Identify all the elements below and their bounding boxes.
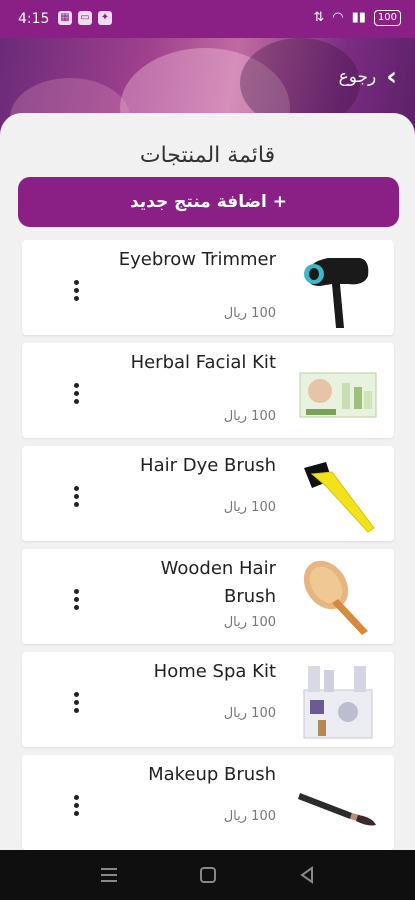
system-icons: ⇅ ◠ ▮▮ 100 <box>313 10 401 26</box>
product-name: Hair Dye Brush <box>140 455 276 476</box>
signal-icon: ▮▮ <box>351 10 366 25</box>
product-price: 100 ريال <box>223 706 276 721</box>
recent-apps-icon[interactable] <box>98 864 120 886</box>
android-nav-bar <box>0 850 415 900</box>
hair-dryer-icon <box>298 248 378 330</box>
product-name: Eyebrow Trimmer <box>118 249 276 270</box>
makeup-brush-icon <box>298 763 378 845</box>
messenger-icon: ✦ <box>98 11 112 25</box>
product-price: 100 ريال <box>223 500 276 515</box>
more-options-icon[interactable] <box>66 689 86 713</box>
product-name: Home Spa Kit <box>153 661 276 682</box>
product-card[interactable]: Makeup Brush 100 ريال <box>22 755 394 850</box>
more-options-icon[interactable] <box>66 586 86 610</box>
content-sheet: قائمة المنتجات اضافة منتج جديد + Eyebrow… <box>0 113 415 850</box>
wooden-brush-icon <box>298 557 378 639</box>
data-speed-icon: ⇅ <box>313 10 325 25</box>
notification-icons: ▦ ▭ ✦ <box>58 11 112 25</box>
product-price: 100 ريال <box>223 409 276 424</box>
product-name: Wooden Hair Brush <box>160 558 276 607</box>
product-name: Makeup Brush <box>148 764 276 785</box>
product-card[interactable]: Wooden Hair Brush 100 ريال <box>22 549 394 644</box>
facial-kit-icon <box>298 351 378 433</box>
home-icon[interactable] <box>197 864 219 886</box>
more-options-icon[interactable] <box>66 277 86 301</box>
add-product-button[interactable]: اضافة منتج جديد + <box>18 177 399 227</box>
more-options-icon[interactable] <box>66 380 86 404</box>
spa-kit-icon <box>298 660 378 742</box>
app-notification-icon: ▦ <box>58 11 72 25</box>
back-label: رجوع <box>338 67 377 87</box>
product-card[interactable]: Herbal Facial Kit 100 ريال <box>22 343 394 438</box>
back-button[interactable]: › رجوع <box>339 64 397 90</box>
wifi-icon: ◠ <box>332 10 344 25</box>
more-options-icon[interactable] <box>66 483 86 507</box>
dye-brush-icon <box>298 454 378 536</box>
battery-icon: 100 <box>373 10 401 26</box>
more-options-icon[interactable] <box>66 792 86 816</box>
chevron-right-icon: › <box>386 62 397 92</box>
product-card[interactable]: Hair Dye Brush 100 ريال <box>22 446 394 541</box>
status-bar: 4:15 ▦ ▭ ✦ ⇅ ◠ ▮▮ 100 <box>0 0 415 38</box>
laptop-icon: ▭ <box>78 11 92 25</box>
product-card[interactable]: Eyebrow Trimmer 100 ريال <box>22 240 394 335</box>
status-time: 4:15 <box>18 11 50 27</box>
product-price: 100 ريال <box>223 809 276 824</box>
add-product-label: اضافة منتج جديد + <box>129 192 288 212</box>
product-price: 100 ريال <box>223 306 276 321</box>
product-price: 100 ريال <box>223 615 276 630</box>
page-title: قائمة المنتجات <box>139 143 276 168</box>
product-name: Herbal Facial Kit <box>130 352 276 373</box>
product-card[interactable]: Home Spa Kit 100 ريال <box>22 652 394 747</box>
back-nav-icon[interactable] <box>296 864 318 886</box>
